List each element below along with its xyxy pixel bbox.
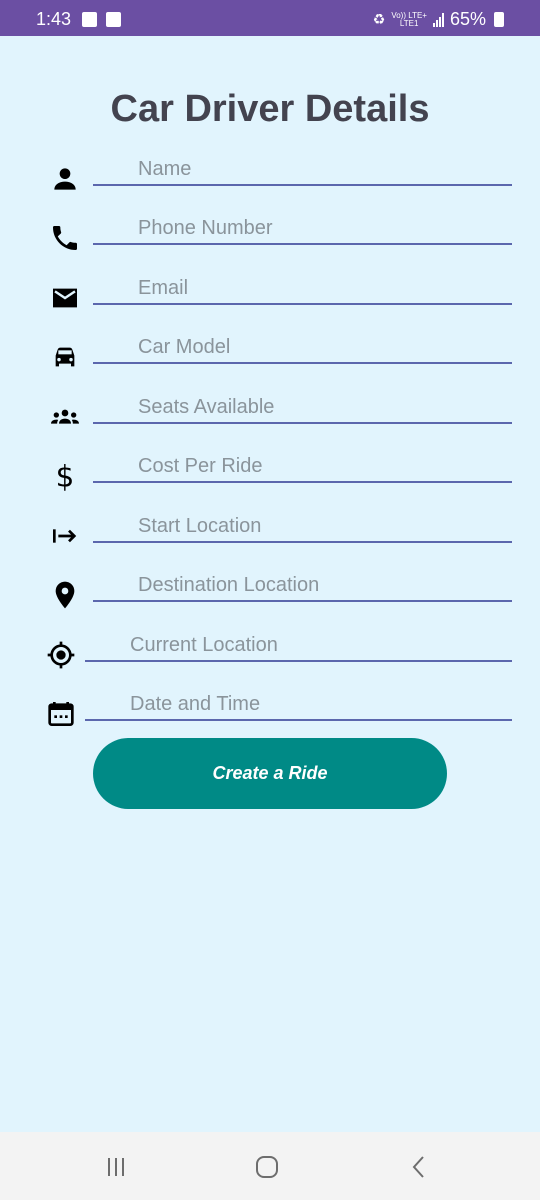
field-row-phone: Phone Number: [0, 211, 540, 261]
current-location-placeholder: Current Location: [130, 634, 278, 656]
navigation-bar: [0, 1132, 540, 1200]
seats-available-input[interactable]: Seats Available: [93, 390, 512, 424]
car-icon: [46, 338, 84, 376]
name-placeholder: Name: [138, 158, 192, 180]
destination-location-input[interactable]: Destination Location: [93, 568, 512, 602]
phone-icon: [46, 219, 84, 257]
recent-apps-icon: [108, 1158, 124, 1176]
home-button[interactable]: [247, 1154, 287, 1180]
email-placeholder: Email: [138, 277, 189, 299]
status-time: 1:43: [36, 9, 72, 29]
field-row-datetime: Date and Time: [0, 687, 540, 737]
network-label-bottom: LTE1: [399, 18, 419, 28]
signal-icon: [432, 12, 444, 27]
battery-icon: [494, 12, 504, 27]
email-input[interactable]: Email: [93, 271, 512, 305]
arrow-right-icon: [46, 517, 84, 555]
recent-apps-button[interactable]: [96, 1154, 136, 1180]
battery-percent: 65%: [449, 9, 486, 29]
seats-available-placeholder: Seats Available: [138, 396, 275, 418]
dollar-icon: $: [46, 457, 84, 495]
page-title: Car Driver Details: [110, 88, 430, 130]
home-icon: [256, 1156, 278, 1178]
svg-text:$: $: [56, 460, 75, 492]
create-ride-button[interactable]: Create a Ride: [93, 738, 447, 809]
phone-number-placeholder: Phone Number: [138, 217, 273, 239]
field-row-current: Current Location: [0, 628, 540, 678]
date-time-input[interactable]: Date and Time: [85, 687, 512, 721]
name-input[interactable]: Name: [93, 152, 512, 186]
back-icon: [412, 1156, 424, 1178]
location-pin-icon: [46, 576, 84, 614]
group-icon: [46, 398, 84, 436]
destination-location-placeholder: Destination Location: [138, 574, 320, 596]
car-model-input[interactable]: Car Model: [93, 330, 512, 364]
cost-per-ride-placeholder: Cost Per Ride: [138, 455, 263, 477]
calendar-icon: [42, 695, 80, 733]
start-location-input[interactable]: Start Location: [93, 509, 512, 543]
current-location-input[interactable]: Current Location: [85, 628, 512, 662]
network-label: Vo)) LTE+ LTE1: [391, 11, 427, 28]
field-row-cost: $ Cost Per Ride: [0, 449, 540, 499]
field-row-name: Name: [0, 152, 540, 202]
recycle-icon: ♻: [372, 11, 386, 27]
check-notification-icon: [106, 12, 121, 27]
status-bar: 1:43 ♻ Vo)) LTE+ LTE1 65%: [0, 0, 540, 36]
person-icon: [46, 160, 84, 198]
car-model-placeholder: Car Model: [138, 336, 231, 358]
gallery-notification-icon: [82, 12, 97, 27]
field-row-destination: Destination Location: [0, 568, 540, 618]
back-button[interactable]: [399, 1154, 439, 1180]
field-row-email: Email: [0, 271, 540, 321]
date-time-placeholder: Date and Time: [130, 693, 261, 715]
cost-per-ride-input[interactable]: Cost Per Ride: [93, 449, 512, 483]
gps-target-icon: [42, 636, 80, 674]
field-row-start: Start Location: [0, 509, 540, 559]
phone-number-input[interactable]: Phone Number: [93, 211, 512, 245]
start-location-placeholder: Start Location: [138, 515, 262, 537]
email-icon: [46, 279, 84, 317]
status-right-group: ♻ Vo)) LTE+ LTE1 65%: [373, 9, 504, 30]
field-row-seats: Seats Available: [0, 390, 540, 440]
field-row-car-model: Car Model: [0, 330, 540, 380]
